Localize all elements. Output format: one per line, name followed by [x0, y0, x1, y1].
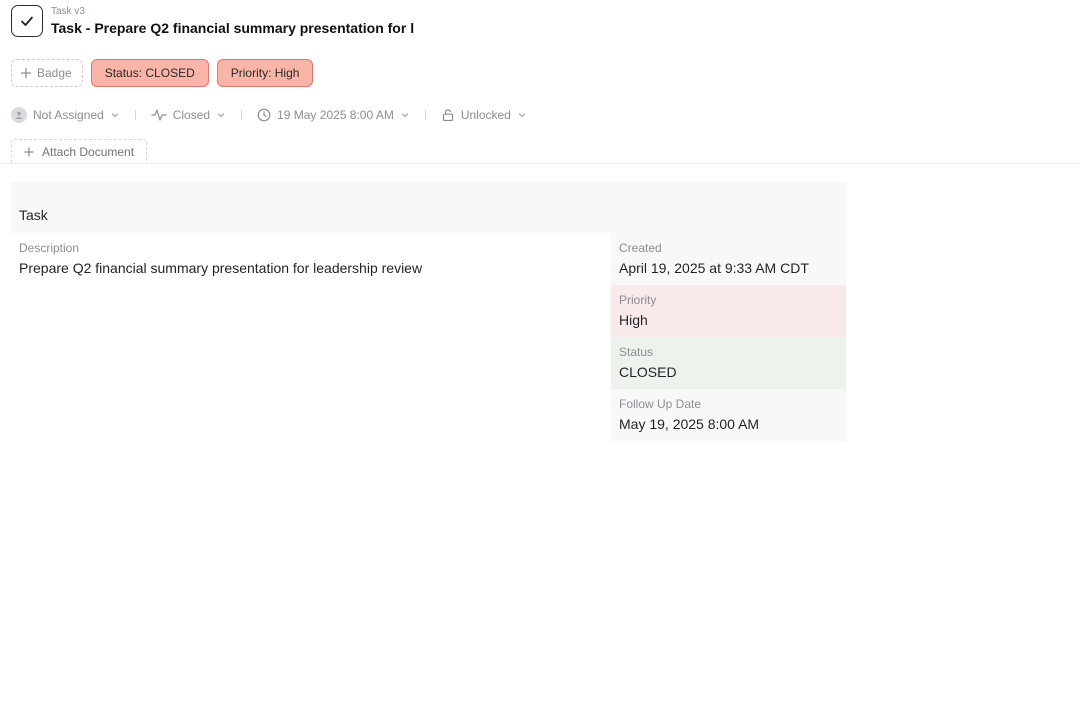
assignee-dropdown[interactable]: Not Assigned: [11, 107, 120, 123]
field-value: April 19, 2025 at 9:33 AM CDT: [619, 260, 809, 276]
field-value: High: [619, 312, 648, 328]
lock-dropdown[interactable]: Unlocked: [441, 108, 527, 122]
task-checkbox[interactable]: [11, 5, 43, 37]
add-badge-button[interactable]: Badge: [11, 59, 83, 87]
date-label: 19 May 2025 8:00 AM: [277, 108, 394, 122]
field-label: Priority: [619, 293, 657, 307]
unlock-icon: [442, 109, 453, 122]
task-card: Task Description Prepare Q2 financial su…: [11, 182, 846, 441]
lock-label: Unlocked: [460, 108, 511, 122]
created-field: Created April 19, 2025 at 9:33 AM CDT: [611, 233, 846, 285]
assignee-label: Not Assigned: [33, 108, 104, 122]
card-heading: Task: [11, 182, 846, 233]
section-divider: [0, 163, 1080, 164]
page-header: Task v3 Task - Prepare Q2 financial summ…: [11, 5, 414, 37]
check-icon: [21, 16, 33, 26]
divider: [241, 110, 243, 120]
divider: [424, 110, 426, 120]
attach-document-label: Attach Document: [42, 145, 135, 159]
user-icon: [15, 111, 23, 119]
chevron-down-icon: [518, 113, 525, 118]
field-label: Follow Up Date: [619, 397, 702, 411]
avatar: [11, 107, 27, 123]
status-dropdown[interactable]: Closed: [151, 108, 226, 122]
activity-icon: [151, 109, 167, 121]
meta-toolbar: Not Assigned Closed 19 May 2025 8:00 AM …: [11, 105, 527, 125]
title-block: Task v3 Task - Prepare Q2 financial summ…: [51, 5, 414, 37]
field-label: Status: [619, 345, 654, 359]
divider: [134, 110, 136, 120]
date-dropdown[interactable]: 19 May 2025 8:00 AM: [257, 108, 410, 122]
status-label: Closed: [172, 108, 211, 122]
description-section: Description Prepare Q2 financial summary…: [11, 233, 611, 441]
attach-document-button[interactable]: Attach Document: [11, 139, 148, 164]
chevron-down-icon: [111, 113, 118, 118]
plus-icon: [20, 67, 32, 79]
priority-badge[interactable]: Priority: High: [216, 59, 314, 87]
description-label: Description: [19, 241, 80, 255]
record-type: Task v3: [51, 6, 85, 17]
follow-up-date-field: Follow Up Date May 19, 2025 8:00 AM: [611, 389, 846, 441]
status-badge[interactable]: Status: CLOSED: [90, 59, 209, 87]
description-value: Prepare Q2 financial summary presentatio…: [19, 260, 423, 276]
chevron-down-icon: [217, 113, 225, 118]
field-label: Created: [619, 241, 662, 255]
chevron-down-icon: [401, 113, 408, 118]
card-body: Description Prepare Q2 financial summary…: [11, 233, 846, 441]
field-value: CLOSED: [619, 364, 677, 380]
clock-icon: [257, 108, 271, 122]
priority-field: Priority High: [611, 285, 846, 337]
plus-icon: [24, 147, 34, 157]
badge-row: Badge Status: CLOSED Priority: High: [11, 59, 314, 87]
page-title: Task - Prepare Q2 financial summary pres…: [51, 20, 415, 36]
details-panel: Created April 19, 2025 at 9:33 AM CDT Pr…: [611, 233, 846, 441]
status-field: Status CLOSED: [611, 337, 846, 389]
field-value: May 19, 2025 8:00 AM: [619, 416, 760, 432]
add-badge-label: Badge: [37, 66, 72, 80]
